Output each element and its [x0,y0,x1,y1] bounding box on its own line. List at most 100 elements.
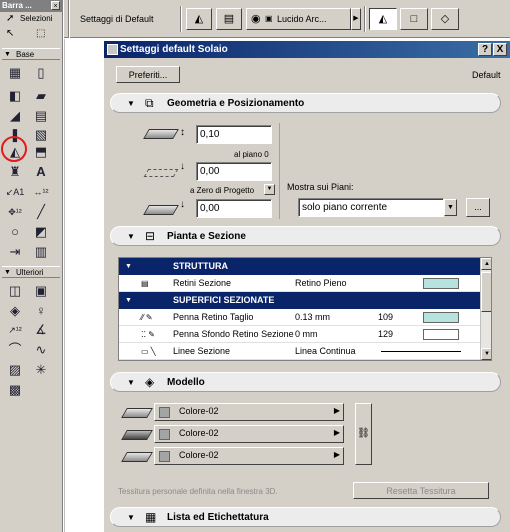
side-material-selector[interactable]: Colore-02 ▶ [154,425,344,443]
dimension-tool-icon[interactable]: ↔¹² [31,182,51,202]
model-panel-header[interactable]: ▼ ◈ Modello [110,372,501,392]
highlight-circle [1,136,27,162]
thickness-arrow-icon: ↕ [180,127,185,138]
row-name: Retini Sezione [173,278,232,288]
window-tool-icon[interactable]: ▤ [31,106,51,126]
section-base[interactable]: ▼ Base [2,48,60,60]
wall-tool-icon[interactable]: ▦ [5,63,25,83]
color-swatch[interactable] [423,312,459,323]
fill-pattern-icon: ▤ [141,279,149,288]
geometry-method-simple-icon[interactable]: ◭ [369,8,397,30]
row-value: Retino Pieno [295,278,347,288]
hotspot-tool-icon[interactable]: ✳ [31,360,51,380]
scroll-up-button[interactable]: ▲ [481,258,491,270]
table-row[interactable]: ▤ Retini Sezione Retino Pieno [119,275,481,292]
listing-panel-header[interactable]: ▼ ▦ Lista ed Etichettatura [110,507,501,527]
zone-tool-icon[interactable]: ⬒ [31,142,51,162]
stair-tool-icon[interactable]: ♜ [5,162,25,182]
geometry-method-rotated-icon[interactable]: ◇ [431,8,459,30]
marquee-icon[interactable]: ⬚ [36,28,45,40]
bottom-material-selector[interactable]: Colore-02 ▶ [154,447,344,465]
show-on-floors-more-button[interactable]: ... [466,198,490,217]
plan-section-icon: ⊟ [145,229,156,243]
layer-settings-icon[interactable]: ▤ [216,8,242,30]
circle-tool-icon[interactable]: ○ [5,222,25,242]
expand-triangle-icon[interactable]: ▼ [125,292,132,309]
arc-tool-icon[interactable]: ⌒ [5,340,25,360]
project-zero-input[interactable]: 0,00 [196,199,272,218]
thickness-input[interactable]: 0,10 [196,125,272,144]
lock-icon: ▣ [265,14,273,23]
info-toolbar: Settaggi di Default ◭ ▤ ◉ ▣ Lucido Arc..… [64,0,510,38]
door-tool-icon[interactable]: ▯ [31,63,51,83]
curtain-wall-icon[interactable]: ◫ [5,281,25,301]
elevation-tool-icon[interactable]: ▥ [31,242,51,262]
layer-dropdown-arrow[interactable]: ▶ [351,8,361,30]
row-name: Linee Sezione [173,346,231,356]
table-group-row[interactable]: ▼ SUPERFICI SEZIONATE [119,292,481,309]
top-material-selector[interactable]: Colore-02 ▶ [154,403,344,421]
angle-dimension-icon[interactable]: ∡ [31,320,51,340]
table-row[interactable]: ⁄⁄ ✎ Penna Retino Taglio 0.13 mm 109 [119,309,481,326]
favorites-button[interactable]: Preferiti... [116,66,180,83]
section-tool-icon[interactable]: ⇥ [5,242,25,262]
column-tool-icon[interactable]: ◧ [5,86,25,106]
close-button[interactable]: X [493,43,507,56]
scroll-thumb[interactable] [481,272,491,312]
camera-tool-icon[interactable]: ▩ [5,380,25,400]
dialog-titlebar[interactable]: Settaggi default Solaio [104,41,510,58]
geometry-method-rectangle-icon[interactable]: □ [400,8,428,30]
show-on-floors-select[interactable]: solo piano corrente [298,198,444,217]
geometry-panel-header[interactable]: ▼ ⧉ Geometria e Posizionamento [110,93,501,113]
offset-input[interactable]: 0,00 [196,162,272,181]
text-tool-icon[interactable]: A [31,162,51,182]
lamp-tool-icon[interactable]: ♀ [31,301,51,321]
project-zero-dropdown[interactable]: ▼ [264,184,275,195]
table-scrollbar[interactable]: ▲ ▼ [480,258,491,360]
scroll-down-button[interactable]: ▼ [481,348,491,360]
side-surface-icon [121,430,153,440]
label-tool-icon[interactable]: ↙A1 [5,182,25,202]
radial-dimension-icon[interactable]: ↗¹² [5,320,25,340]
project-zero-arrow-icon: ↓ [180,199,185,210]
row-pen-number: 129 [378,329,394,339]
group-name: SUPERFICI SEZIONATE [173,295,275,305]
material-swatch [159,429,170,440]
slab-settings-icon[interactable]: ◭ [186,8,212,30]
level-dimension-icon[interactable]: ✥¹² [5,202,25,222]
show-on-floors-dropdown-arrow[interactable]: ▼ [444,199,457,216]
toolbar-grip[interactable] [68,0,70,38]
chain-link-icon[interactable]: ⛓ [355,403,372,465]
selection-label[interactable]: Selezioni [20,13,52,25]
dialog-title: Settaggi default Solaio [120,44,228,55]
help-button[interactable]: ? [478,43,492,56]
expand-triangle-icon[interactable]: ▼ [125,258,132,275]
plan-section-table[interactable]: ▼ STRUTTURA ▤ Retini Sezione Retino Pien… [118,257,492,361]
material-name: Colore-02 [179,450,219,460]
plan-section-panel-header[interactable]: ▼ ⊟ Pianta e Sezione [110,226,501,246]
section-base-label: Base [16,50,35,59]
line-tool-icon[interactable]: ╱ [31,202,51,222]
table-row[interactable]: ⁚⁚ ✎ Penna Sfondo Retino Sezione 0 mm 12… [119,326,481,343]
workspace-area[interactable] [64,39,103,532]
reset-texture-button[interactable]: Resetta Tessitura [353,482,489,499]
table-row[interactable]: ▭ ╲ Linee Sezione Linea Continua [119,343,481,360]
dialog-app-icon [107,44,118,55]
table-group-row[interactable]: ▼ STRUTTURA [119,258,481,275]
color-swatch[interactable] [423,278,459,289]
fill-tool-icon[interactable]: ◩ [31,222,51,242]
color-swatch[interactable] [423,329,459,340]
spline-tool-icon[interactable]: ∿ [31,340,51,360]
figure-tool-icon[interactable]: ▨ [5,360,25,380]
arrow-pointer-icon[interactable]: ➚ [6,13,14,25]
pointer-icon[interactable]: ↖ [6,28,14,40]
skylight-tool-icon[interactable]: ◈ [5,301,25,321]
shell-tool-icon[interactable]: ▣ [31,281,51,301]
section-more[interactable]: ▼ Ulteriori [2,266,60,278]
beam-tool-icon[interactable]: ▰ [31,86,51,106]
layer-name: Lucido Arc... [277,14,327,24]
layer-selector[interactable]: ◉ ▣ Lucido Arc... [246,8,351,30]
roof-tool-icon[interactable]: ◢ [5,106,25,126]
palette-close-button[interactable]: × [51,1,60,10]
collapse-triangle-icon: ▼ [127,232,135,241]
